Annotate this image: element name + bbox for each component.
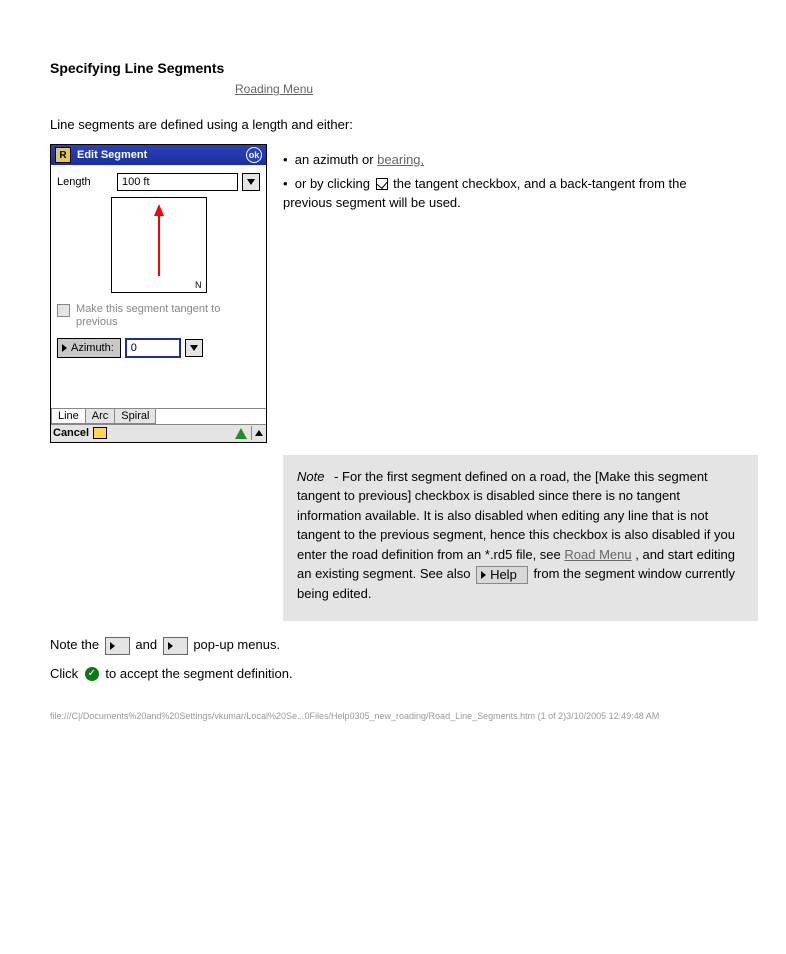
rt-line1a: an azimuth or [295,152,374,167]
popup-note-line: Note the and pop-up menus. [50,635,736,656]
p1c: pop-up menus. [193,637,280,652]
page-heading: Specifying Line Segments [50,60,736,76]
length-label: Length [57,176,113,188]
p1b: and [135,637,160,652]
chevron-down-icon [190,345,198,351]
tangent-text: Make this segment tangent to previous [76,303,260,329]
rt-line2a: or by clicking [295,176,370,191]
roading-menu-link[interactable]: Roading Menu [235,82,736,96]
edit-segment-window: R Edit Segment ok Length 100 ft N Make [50,144,267,442]
note-label: Note [297,469,324,484]
chevron-up-icon[interactable] [255,430,263,436]
triangle-right-icon [62,344,67,352]
popup-button-right[interactable] [163,637,188,655]
app-icon: R [55,147,71,163]
ok-button[interactable]: ok [246,147,262,163]
bottom-bar: Cancel [51,424,266,442]
triangle-right-icon [110,642,115,650]
checkbox-icon [376,178,388,190]
intro-text: Line segments are defined using a length… [50,116,736,134]
triangle-right-icon [168,642,173,650]
tab-line[interactable]: Line [51,409,86,424]
note-block: Note - For the first segment defined on … [283,455,758,622]
window-title: Edit Segment [77,149,246,161]
help-label: Help [490,565,517,585]
tangent-checkbox-disabled [57,304,70,317]
popup-button-left[interactable] [105,637,130,655]
triangle-right-icon [481,571,486,579]
azimuth-popup-button[interactable]: Azimuth: [57,338,121,358]
length-input[interactable]: 100 ft [117,173,238,191]
tab-spiral[interactable]: Spiral [114,409,156,424]
bearing-link[interactable]: bearing, [377,152,424,167]
footer-path: file:///C|/Documents%20and%20Settings/vk… [50,711,659,721]
right-column-text: • an azimuth or bearing, • or by clickin… [283,144,736,217]
arrow-shaft-icon [158,210,160,276]
azimuth-dropdown-button[interactable] [185,339,203,357]
p2a: Click [50,666,82,681]
divider [251,426,252,440]
p2b: to accept the segment definition. [105,666,292,681]
keyboard-icon[interactable] [93,427,107,439]
cancel-button[interactable]: Cancel [53,427,89,439]
tabs-row: Line Arc Spiral [51,408,266,424]
help-popup-button[interactable]: Help [476,566,528,584]
north-label: N [195,280,202,290]
warning-icon[interactable] [235,428,247,439]
azimuth-input[interactable]: 0 [125,338,181,358]
checkmark-icon[interactable]: ✓ [85,667,99,681]
accept-line: Click ✓ to accept the segment definition… [50,664,736,685]
tab-arc[interactable]: Arc [85,409,116,424]
window-titlebar: R Edit Segment ok [51,145,266,165]
length-dropdown-button[interactable] [242,173,260,191]
azimuth-label: Azimuth: [71,342,114,354]
direction-preview: N [111,197,207,293]
tangent-row: Make this segment tangent to previous [57,303,260,329]
road-menu-link[interactable]: Road Menu [564,547,631,562]
chevron-down-icon [247,179,255,185]
p1a: Note the [50,637,103,652]
